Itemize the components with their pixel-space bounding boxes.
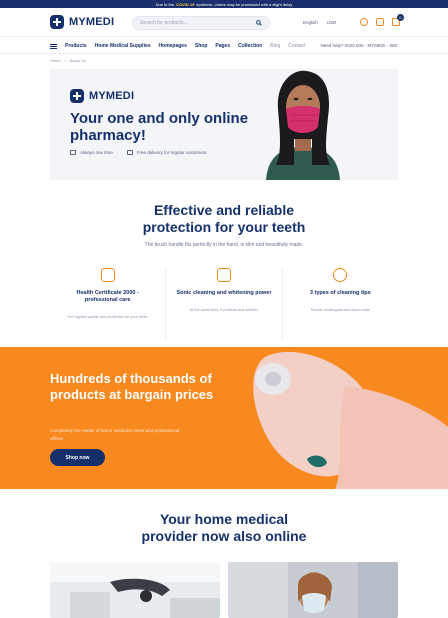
cleaning-tip-icon [333, 268, 348, 282]
protection-title-text: Effective and reliable protection for yo… [142, 202, 306, 235]
breadcrumb-current: About Us [69, 58, 87, 63]
woman-mask-photo [258, 69, 348, 180]
nav-home-medical[interactable]: Home Medical Supplies [95, 43, 151, 49]
tooth-brush-icon [216, 268, 231, 282]
masked-woman-photo [228, 562, 398, 618]
protection-subtitle: The brush handle fits perfectly in the h… [144, 242, 304, 248]
feature-columns: Health Certificate 2000 - professional c… [50, 268, 398, 340]
breadcrumb-separator: / [64, 58, 66, 63]
feature-label: Always one time [80, 150, 113, 155]
header-actions: 0 [360, 14, 404, 26]
brand-name: MYMEDI [69, 16, 115, 28]
feature-label: Free delivery for regular customers [136, 150, 207, 155]
menu-icon[interactable] [50, 43, 57, 49]
provider-title: Your home medical provider now also onli… [0, 511, 448, 545]
feature-column: 3 types of cleaning tips Round, rectangu… [283, 268, 398, 340]
breadcrumb-home[interactable]: Home [50, 58, 61, 63]
feature-column: Health Certificate 2000 - professional c… [50, 268, 167, 340]
truck-icon [70, 150, 76, 155]
header-logo[interactable]: MYMEDI [50, 15, 114, 29]
search-icon[interactable] [256, 20, 262, 26]
search-input[interactable]: Search for products... [132, 16, 270, 30]
nav-shop[interactable]: Shop [195, 43, 208, 49]
nav-contact[interactable]: Contact [288, 43, 305, 49]
hand-device-photo [253, 351, 448, 489]
promo-banner: Hundreds of thousands of products at bar… [0, 347, 448, 489]
cart-icon[interactable]: 0 [392, 14, 404, 26]
currency-select[interactable]: USD [327, 20, 337, 25]
hero-features: Always one time Free delivery for regula… [70, 150, 207, 155]
main-nav: Products Home Medical Supplies Homepages… [50, 43, 306, 49]
logo-cross-icon [50, 15, 64, 29]
promo-text: Completely the needs of home medicine ch… [50, 428, 180, 441]
shop-now-button[interactable]: Shop now [50, 449, 105, 466]
nav-collection[interactable]: Collection [238, 43, 262, 49]
column-text: At the same time, it protects and whiten… [189, 308, 259, 312]
dental-clinic-photo [50, 562, 220, 618]
promo-title: Hundreds of thousands of products at bar… [50, 371, 214, 402]
protection-title: Effective and reliable protection for yo… [0, 202, 448, 236]
search-placeholder: Search for products... [140, 20, 188, 26]
column-title: 3 types of cleaning tips [309, 290, 371, 296]
certificate-icon [100, 268, 115, 282]
locale-switchers: English USD [303, 20, 336, 25]
cart-count-badge: 0 [397, 14, 404, 21]
hero-brand: MYMEDI [89, 90, 135, 102]
header-divider [0, 36, 448, 37]
column-text: Round, rectangular and super-wide [310, 308, 370, 312]
calendar-icon [126, 150, 133, 155]
column-title: Health Certificate 2000 - professional c… [76, 290, 139, 303]
breadcrumb: Home / About Us [50, 58, 86, 63]
provider-title-text: Your home medical provider now also onli… [141, 511, 307, 544]
hero-title: Your one and only online pharmacy! [70, 110, 249, 144]
hero-feature: Free delivery for regular customers [126, 150, 207, 155]
help-phone[interactable]: Need help? 0020 500 - MYMEDI - 000 [320, 43, 397, 48]
hero-logo: MYMEDI [70, 89, 134, 103]
wishlist-icon[interactable] [376, 18, 384, 26]
nav-divider [0, 53, 448, 54]
hero-logo-icon [70, 89, 84, 103]
nav-products[interactable]: Products [65, 43, 87, 49]
nav-homepages[interactable]: Homepages [159, 43, 187, 49]
account-icon[interactable] [360, 18, 368, 26]
feature-column: Sonic cleaning and whitening power At th… [166, 268, 283, 340]
hero-feature: Always one time [70, 150, 113, 155]
notice-highlight: COVID 19 [176, 1, 195, 7]
notice-bar: Due to the COVID 19 epidemic, orders may… [0, 0, 448, 8]
notice-pre: Due to the [155, 1, 175, 7]
nav-blog[interactable]: Blog [270, 43, 280, 49]
notice-post: epidemic, orders may be processed with a… [196, 1, 293, 7]
column-title: Sonic cleaning and whitening power [176, 290, 272, 296]
nav-pages[interactable]: Pages [215, 43, 230, 49]
language-select[interactable]: English [303, 20, 318, 25]
column-text: The highest quality and protection for y… [66, 315, 149, 319]
